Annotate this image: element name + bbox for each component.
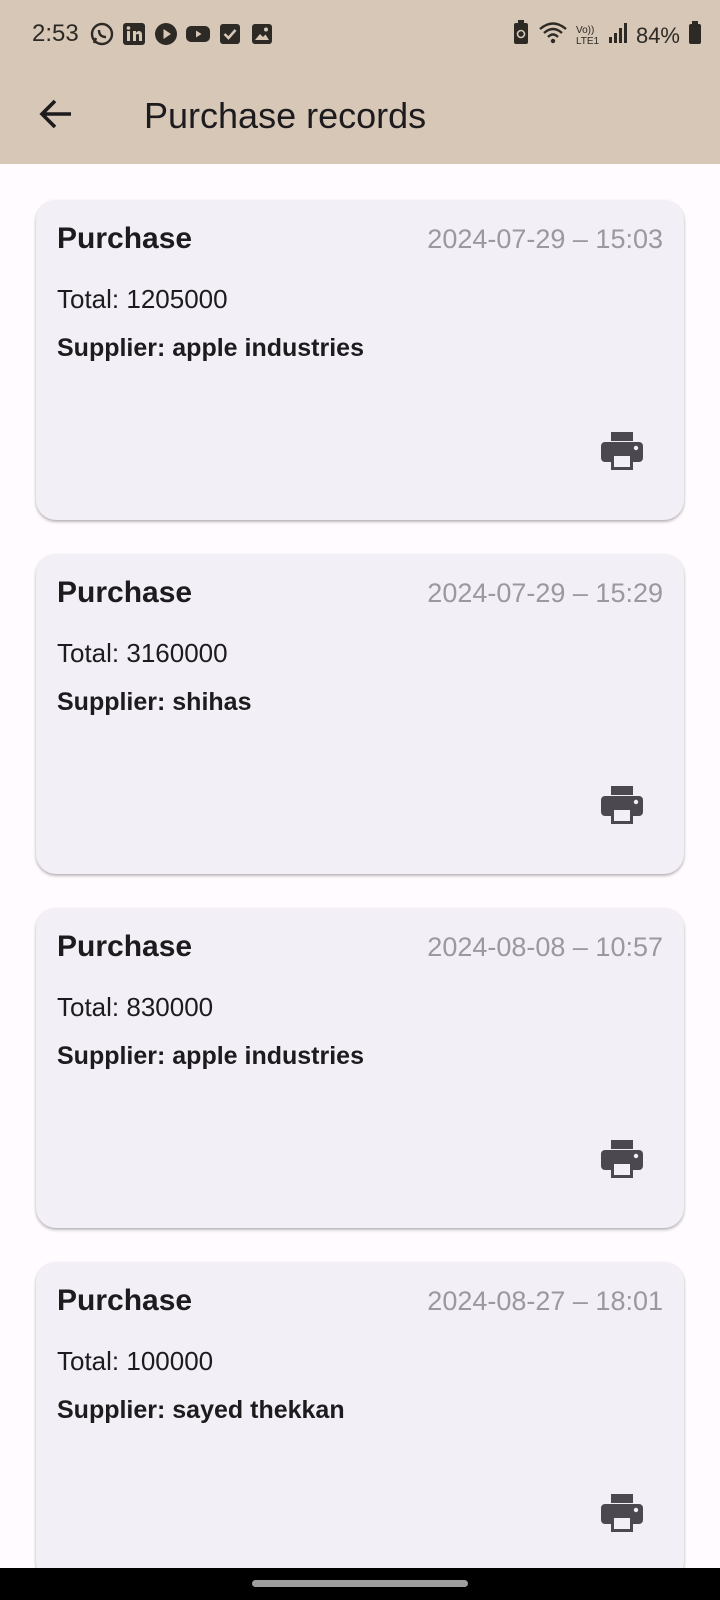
- volte-icon: Vo)) LTE1: [575, 24, 600, 47]
- printer-icon: [600, 1493, 644, 1539]
- record-title: Purchase: [57, 930, 193, 963]
- record-title: Purchase: [57, 222, 193, 255]
- print-button[interactable]: [596, 1490, 648, 1542]
- record-supplier: Supplier: apple industries: [57, 334, 364, 362]
- back-button[interactable]: [28, 88, 84, 144]
- signal-icon: [608, 22, 628, 49]
- home-gesture-handle[interactable]: [252, 1580, 468, 1587]
- image-icon: [250, 22, 274, 46]
- printer-icon: [600, 785, 644, 831]
- record-supplier: Supplier: shihas: [57, 688, 252, 716]
- printer-icon: [600, 431, 644, 477]
- record-datetime: 2024-08-08 – 10:57: [427, 932, 663, 962]
- record-title: Purchase: [57, 576, 193, 609]
- system-status: Vo)) LTE1 84%: [512, 20, 702, 51]
- notification-icons: [90, 22, 274, 46]
- print-button[interactable]: [596, 1136, 648, 1188]
- app-bar: Purchase records: [0, 68, 720, 164]
- youtube-icon: [186, 22, 210, 46]
- checkbox-icon: [218, 22, 242, 46]
- battery-percentage: 84%: [635, 22, 680, 48]
- status-bar: 2:53 Vo)) LTE1 84%: [0, 0, 720, 68]
- print-button[interactable]: [596, 782, 648, 834]
- print-button[interactable]: [596, 428, 648, 480]
- record-supplier: Supplier: sayed thekkan: [57, 1396, 345, 1424]
- record-datetime: 2024-07-29 – 15:03: [427, 224, 663, 254]
- printer-icon: [600, 1139, 644, 1185]
- record-total: Total: 3160000: [57, 638, 228, 668]
- purchase-record-card[interactable]: Purchase 2024-08-27 – 18:01 Total: 10000…: [36, 1262, 684, 1582]
- record-supplier: Supplier: apple industries: [57, 1042, 364, 1070]
- record-total: Total: 1205000: [57, 284, 228, 314]
- record-total: Total: 830000: [57, 992, 214, 1022]
- purchase-record-card[interactable]: Purchase 2024-07-29 – 15:03 Total: 12050…: [36, 200, 684, 520]
- recycle-icon: [512, 20, 530, 51]
- whatsapp-icon: [90, 22, 114, 46]
- linkedin-icon: [122, 22, 146, 46]
- battery-icon: [688, 21, 702, 50]
- record-total: Total: 100000: [57, 1346, 214, 1376]
- record-datetime: 2024-08-27 – 18:01: [427, 1286, 663, 1316]
- play-icon: [154, 22, 178, 46]
- purchase-record-card[interactable]: Purchase 2024-08-08 – 10:57 Total: 83000…: [36, 908, 684, 1228]
- record-datetime: 2024-07-29 – 15:29: [427, 578, 663, 608]
- arrow-left-icon: [38, 96, 74, 137]
- page-title: Purchase records: [144, 95, 427, 136]
- status-time: 2:53: [32, 20, 79, 47]
- navigation-bar: [0, 1568, 720, 1600]
- record-title: Purchase: [57, 1284, 193, 1317]
- wifi-icon: [538, 21, 568, 50]
- purchase-record-card[interactable]: Purchase 2024-07-29 – 15:29 Total: 31600…: [36, 554, 684, 874]
